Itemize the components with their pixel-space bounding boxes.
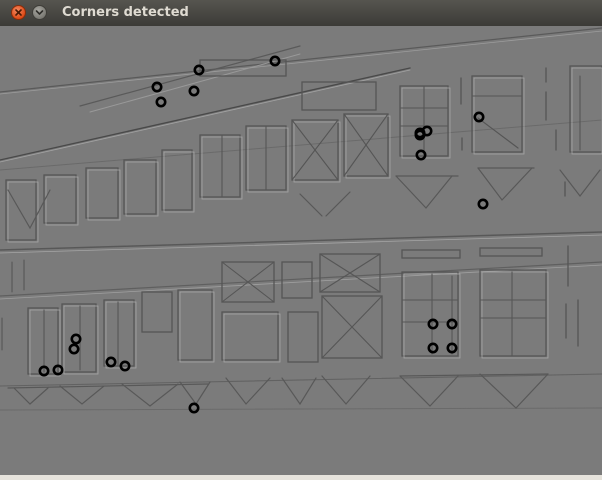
image-canvas (0, 26, 602, 475)
edge-image (0, 26, 602, 475)
app-window: Corners detected (0, 0, 602, 480)
close-button[interactable] (11, 5, 26, 20)
window-bottom-border (0, 475, 602, 480)
minimize-button[interactable] (32, 5, 47, 20)
minimize-icon (35, 10, 44, 15)
title-bar[interactable]: Corners detected (0, 0, 602, 27)
window-title: Corners detected (62, 5, 189, 20)
close-icon (15, 9, 22, 16)
